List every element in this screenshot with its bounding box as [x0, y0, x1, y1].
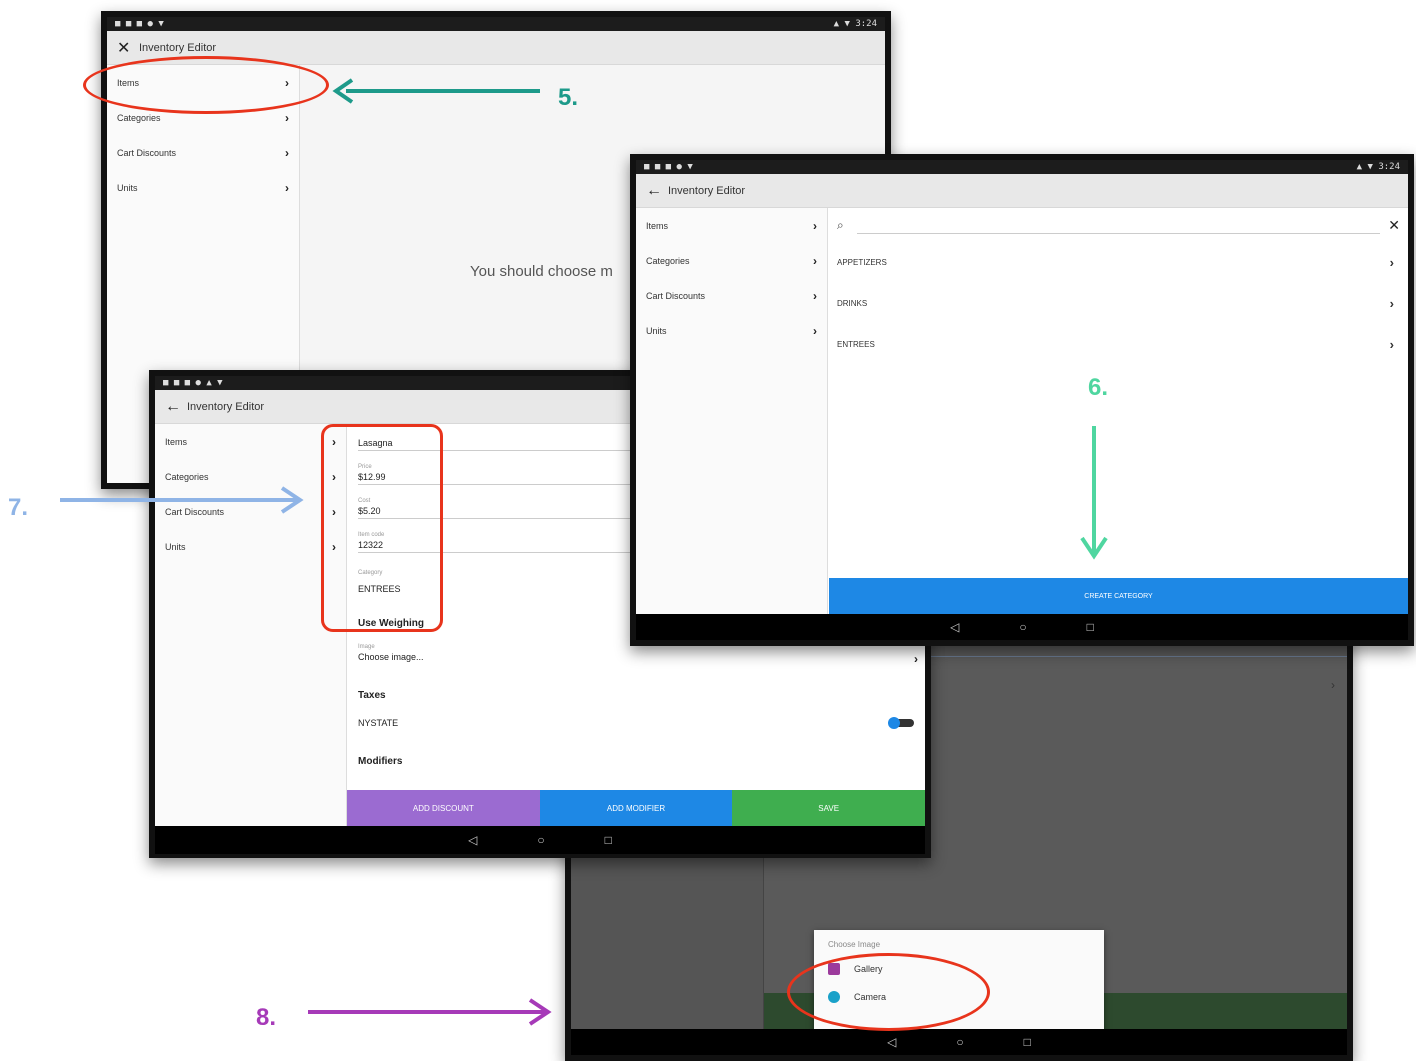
image-label: Image	[358, 644, 375, 650]
step5-label: 5.	[558, 84, 579, 111]
category-name: DRINKS	[837, 299, 868, 308]
back-nav-icon[interactable]: ◁	[887, 1035, 896, 1049]
chevron-right-icon: ›	[1389, 255, 1394, 270]
modifiers-heading: Modifiers	[358, 756, 403, 767]
tutorial-canvas: › Choose Image Gallery Camera ◁ ○ □ ■ ■ …	[0, 0, 1416, 1061]
dim-chevron-icon: ›	[1331, 678, 1335, 692]
empty-state-message: You should choose m	[470, 263, 613, 280]
page-title: Inventory Editor	[139, 41, 217, 54]
page-title: Inventory Editor	[187, 400, 265, 413]
sidebar-item-categories[interactable]: Categories ›	[636, 243, 827, 278]
chevron-right-icon: ›	[285, 145, 289, 160]
action-bar: ADD DISCOUNT ADD MODIFIER SAVE	[347, 790, 925, 826]
add-modifier-button[interactable]: ADD MODIFIER	[539, 790, 733, 826]
items-highlight-ring	[83, 56, 329, 114]
create-category-button[interactable]: CREATE CATEGORY	[829, 578, 1408, 614]
tablet-categories: ■ ■ ■ ● ▼ ▲ ▼ 3:24 ← Inventory Editor Ite…	[630, 154, 1414, 646]
toggle-knob	[888, 717, 900, 729]
home-nav-icon[interactable]: ○	[956, 1035, 963, 1049]
step7-arrow	[60, 486, 304, 514]
category-row-entrees[interactable]: ENTREES ›	[829, 324, 1408, 365]
back-nav-icon[interactable]: ◁	[468, 833, 477, 847]
step7-label: 7.	[8, 494, 29, 521]
close-icon[interactable]: ✕	[117, 38, 139, 58]
category-name: APPETIZERS	[837, 258, 887, 267]
step6-arrow	[1080, 426, 1108, 560]
sidebar-item-cart-discounts[interactable]: Cart Discounts ›	[107, 135, 299, 170]
step8-arrow	[308, 998, 552, 1026]
sidebar: Items › Categories › Cart Discounts › Units…	[155, 424, 347, 826]
sidebar: Items › Categories › Cart Discounts › Units…	[636, 208, 828, 614]
page-title: Inventory Editor	[668, 184, 746, 197]
back-arrow-icon[interactable]: ←	[646, 182, 668, 200]
form-fields-highlight	[321, 424, 443, 632]
chevron-right-icon: ›	[914, 652, 918, 666]
chevron-right-icon: ›	[285, 110, 289, 125]
category-panel: ⌕ ✕ APPETIZERS › DRINKS › ENTREES › CREA…	[829, 208, 1408, 614]
step6-label: 6.	[1088, 374, 1109, 401]
chevron-right-icon: ›	[813, 288, 817, 303]
recents-nav-icon[interactable]: □	[605, 833, 612, 847]
tax-toggle[interactable]	[888, 717, 914, 729]
recents-nav-icon[interactable]: □	[1024, 1035, 1031, 1049]
chevron-right-icon: ›	[813, 218, 817, 233]
categories-screen: ■ ■ ■ ● ▼ ▲ ▼ 3:24 ← Inventory Editor Ite…	[636, 160, 1408, 640]
search-row: ⌕ ✕	[829, 208, 1408, 242]
back-arrow-icon[interactable]: ←	[165, 398, 187, 416]
back-nav-icon[interactable]: ◁	[950, 620, 959, 634]
search-input[interactable]	[857, 216, 1380, 234]
step5-arrow	[332, 78, 540, 104]
chevron-right-icon: ›	[1389, 296, 1394, 311]
tax-row: NYSTATE	[358, 717, 914, 729]
home-nav-icon[interactable]: ○	[1019, 620, 1026, 634]
chevron-right-icon: ›	[1389, 337, 1394, 352]
save-button[interactable]: SAVE	[732, 790, 925, 826]
tax-name: NYSTATE	[358, 718, 399, 728]
gallery-highlight-ring	[787, 953, 990, 1031]
status-bar: ■ ■ ■ ● ▼ ▲ ▼ 3:24	[636, 160, 1408, 174]
category-row-appetizers[interactable]: APPETIZERS ›	[829, 242, 1408, 283]
image-picker[interactable]: Choose image... ›	[358, 652, 918, 666]
chevron-right-icon: ›	[285, 180, 289, 195]
status-bar: ■ ■ ■ ● ▼ ▲ ▼ 3:24	[107, 17, 885, 31]
search-icon: ⌕	[837, 217, 844, 232]
dialog-title: Choose Image	[828, 940, 881, 949]
taxes-heading: Taxes	[358, 690, 386, 701]
sidebar-item-items[interactable]: Items ›	[636, 208, 827, 243]
add-discount-button[interactable]: ADD DISCOUNT	[347, 790, 540, 826]
chevron-right-icon: ›	[813, 323, 817, 338]
app-bar: ← Inventory Editor	[636, 174, 1408, 208]
close-icon[interactable]: ✕	[1380, 217, 1400, 234]
sidebar-item-units[interactable]: Units ›	[636, 313, 827, 348]
chevron-right-icon: ›	[813, 253, 817, 268]
recents-nav-icon[interactable]: □	[1087, 620, 1094, 634]
home-nav-icon[interactable]: ○	[537, 833, 544, 847]
sidebar-item-cart-discounts[interactable]: Cart Discounts ›	[636, 278, 827, 313]
sidebar-item-items[interactable]: Items ›	[155, 424, 346, 459]
step8-label: 8.	[256, 1004, 277, 1031]
category-name: ENTREES	[837, 340, 875, 349]
nav-bar: ◁ ○ □	[571, 1029, 1347, 1055]
sidebar-item-units[interactable]: Units ›	[155, 529, 346, 564]
sidebar-item-units[interactable]: Units ›	[107, 170, 299, 205]
category-row-drinks[interactable]: DRINKS ›	[829, 283, 1408, 324]
nav-bar: ◁ ○ □	[636, 614, 1408, 640]
nav-bar: ◁ ○ □	[155, 826, 925, 854]
